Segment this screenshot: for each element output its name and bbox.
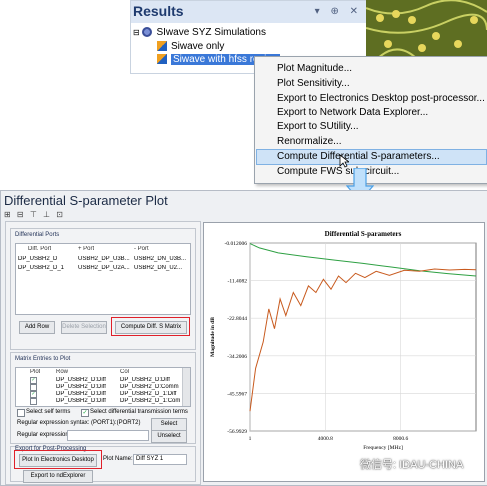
tree-item-label: Siwave only — [171, 41, 225, 52]
matrix-entries-label: Matrix Entries to Plot — [15, 356, 71, 362]
y-tick-label: -34.2006 — [227, 354, 247, 360]
y-tick-label: -22.8044 — [227, 316, 247, 322]
results-header: Results ▾ ⊕ ✕ — [131, 1, 366, 23]
matrix-entries-group: Matrix Entries to Plot Plot Row Col ✓ DP_… — [10, 352, 196, 444]
simulation-icon — [142, 27, 153, 38]
menu-export-sutility[interactable]: Export to SUtility... — [277, 121, 359, 132]
plot-checkbox[interactable]: ✓ — [30, 377, 37, 384]
sparam-plot[interactable]: Differential S-parameters -0.012006 -11.40… — [203, 222, 485, 482]
header-minus-port: - Port — [134, 246, 149, 252]
mouse-cursor-icon — [339, 154, 349, 168]
transmission-terms-label: Select differential transmission terms — [90, 409, 188, 415]
matrix-row-cell[interactable]: DP_USBH2_D:Diff — [56, 384, 118, 390]
regex-label: Regular expression: — [17, 432, 71, 438]
cell-plus-port[interactable]: USBH2_DP_U2A... — [78, 265, 132, 271]
export-ndexplorer-button[interactable]: Export to ndExplorer — [23, 470, 93, 483]
plot-name-input[interactable]: Diff SYZ 1 — [133, 454, 187, 465]
menu-export-electronics-desktop[interactable]: Export to Electronics Desktop post-proce… — [277, 93, 485, 104]
collapse-icon[interactable]: ⊟ — [133, 28, 140, 37]
plot-area — [249, 242, 477, 432]
self-terms-label: Select self terms — [26, 409, 71, 415]
matrix-row-cell[interactable]: DP_USBH2_D:Diff — [56, 391, 118, 397]
header-plus-port: + Port — [78, 246, 95, 252]
transmission-terms-checkbox[interactable]: ✓ — [81, 409, 89, 417]
highlight-box — [111, 317, 190, 336]
export-group: Export for Post-Processing Plot In Elect… — [10, 446, 196, 483]
pcb-layout-image — [366, 0, 487, 60]
plot-checkbox[interactable] — [30, 398, 37, 405]
regex-input[interactable] — [67, 430, 149, 441]
plot-name-label: Plot Name: — [103, 456, 133, 462]
menu-compute-differential[interactable]: Compute Differential S-parameters... — [277, 151, 440, 162]
menu-renormalize[interactable]: Renormalize... — [277, 136, 341, 147]
result-icon — [157, 54, 167, 65]
results-window-controls[interactable]: ▾ ⊕ ✕ — [315, 6, 362, 17]
self-terms-checkbox[interactable] — [17, 409, 25, 417]
x-tick-label: 4000.8 — [318, 436, 333, 442]
watermark: 微信号: IDAU-CHINA — [360, 459, 464, 471]
tree-item-siwave-only[interactable]: Siwave only — [157, 40, 224, 54]
matrix-row-cell[interactable]: DP_USBH2_D:Diff — [56, 377, 118, 383]
cell-plus-port[interactable]: USBH2_DP_U3B... — [78, 256, 132, 262]
delete-selection-button[interactable]: Delete Selection — [61, 321, 107, 334]
matrix-table[interactable]: Plot Row Col ✓ DP_USBH2_D:Diff DP_USBH2_D:… — [15, 367, 191, 407]
y-axis-label: Magnitude in dB — [210, 317, 216, 357]
regex-syntax-label: Regular expression syntax: (PORT1):(PORT… — [17, 420, 141, 426]
x-tick-label: 1 — [249, 436, 252, 442]
matrix-col-cell[interactable]: DP_USBH2_D_1:Comm — [120, 398, 180, 404]
header-plot: Plot — [30, 369, 41, 375]
matrix-row-cell[interactable]: DP_USBH2_D:Diff — [56, 398, 118, 404]
result-icon — [157, 41, 167, 52]
y-tick-label: -45.5967 — [227, 391, 247, 397]
context-menu: Plot Magnitude... Plot Sensitivity... Ex… — [254, 56, 487, 184]
results-title: Results — [133, 3, 184, 19]
tree-root[interactable]: ⊟ SIwave SYZ Simulations — [133, 26, 266, 40]
matrix-scrollbar[interactable] — [182, 368, 190, 406]
unselect-button[interactable]: Unselect — [151, 430, 187, 443]
matrix-col-cell[interactable]: DP_USBH2_D:Diff — [120, 377, 180, 383]
left-pane: Differential Ports Diff. Port + Port - P… — [5, 221, 201, 485]
sparam-chart: Differential S-parameters -0.012006 -11.40… — [210, 230, 477, 451]
header-row: Row — [56, 369, 69, 375]
chart-title: Differential S-parameters — [325, 230, 402, 238]
cell-diff-port[interactable]: DP_USBH2_D — [18, 256, 76, 262]
matrix-col-cell[interactable]: DP_USBH2_D_1:Diff — [120, 391, 180, 397]
y-tick-label: -56.9929 — [227, 429, 247, 435]
x-tick-label: 8000.6 — [393, 436, 408, 442]
y-tick-label: -0.012006 — [225, 241, 248, 247]
dialog-title: Differential S-parameter Plot — [4, 193, 168, 208]
diff-ports-table[interactable]: Diff. Port + Port - Port DP_USBH2_D USBH… — [15, 243, 191, 315]
header-diff-port: Diff. Port — [28, 246, 52, 252]
tree-item-simulations: SIwave SYZ Simulations — [156, 27, 266, 38]
cell-minus-port[interactable]: USBH2_DN_U2... — [134, 265, 188, 271]
cell-diff-port[interactable]: DP_USBH2_D_1 — [18, 265, 76, 271]
menu-plot-sensitivity[interactable]: Plot Sensitivity... — [277, 78, 350, 89]
dialog-toolbar[interactable]: ⊞ ⊟ ⊤ ⊥ ⊡ — [4, 210, 65, 219]
y-tick-label: -11.4082 — [227, 279, 247, 285]
add-row-button[interactable]: Add Row — [19, 321, 55, 334]
menu-export-network-data-explorer[interactable]: Export to Network Data Explorer... — [277, 107, 428, 118]
x-axis-label: Frequency [MHz] — [363, 445, 403, 451]
plot-checkbox[interactable]: ✓ — [30, 391, 37, 398]
matrix-col-cell[interactable]: DP_USBH2_D:Comm — [120, 384, 180, 390]
highlight-box — [14, 450, 102, 469]
plot-checkbox[interactable] — [30, 384, 37, 391]
diff-ports-group: Differential Ports Diff. Port + Port - P… — [10, 228, 196, 350]
menu-plot-magnitude[interactable]: Plot Magnitude... — [277, 63, 352, 74]
cell-minus-port[interactable]: USBH2_DN_U3B... — [134, 256, 188, 262]
header-col: Col — [120, 369, 130, 375]
diff-ports-label: Differential Ports — [15, 232, 60, 238]
